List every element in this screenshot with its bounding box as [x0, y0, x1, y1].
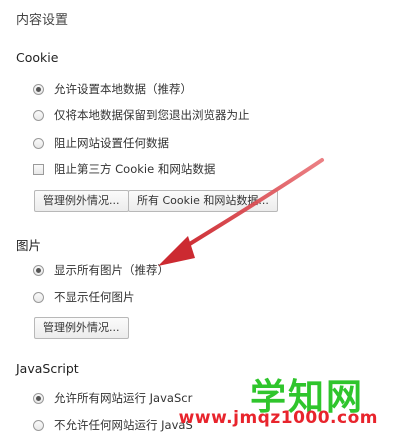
watermark-url: www.jmqz1000.com	[178, 408, 378, 428]
